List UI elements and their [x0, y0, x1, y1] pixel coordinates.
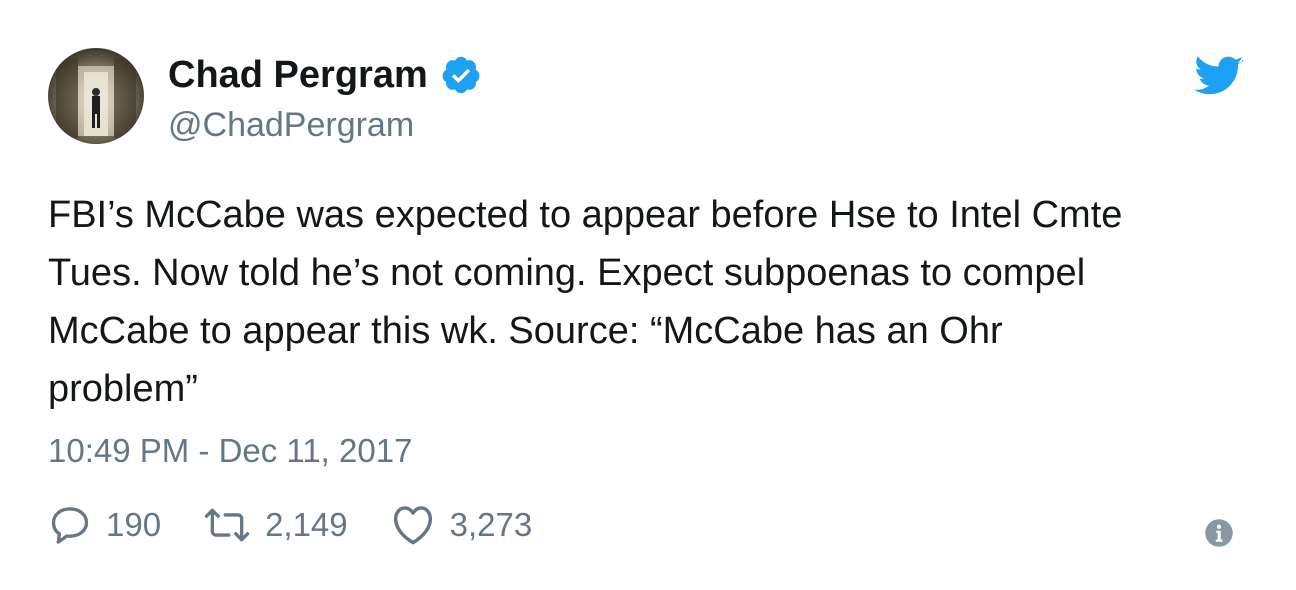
verified-badge-icon	[440, 54, 482, 96]
user-handle[interactable]: @ChadPergram	[168, 104, 414, 146]
tweet-actions: 190 2,149 3,273	[48, 500, 574, 550]
like-button[interactable]: 3,273	[390, 503, 533, 547]
tweet-text: FBI’s McCabe was expected to appear befo…	[48, 194, 1123, 410]
reply-button[interactable]: 190	[48, 503, 161, 547]
avatar[interactable]	[48, 48, 144, 144]
info-icon[interactable]	[1204, 518, 1234, 548]
reply-count: 190	[106, 506, 162, 543]
display-name[interactable]: Chad Pergram	[168, 52, 428, 98]
author-name-row: Chad Pergram	[168, 52, 482, 98]
retweet-icon	[203, 503, 251, 547]
heart-icon	[390, 503, 436, 547]
tweet-timestamp[interactable]: 10:49 PM - Dec 11, 2017	[48, 430, 412, 472]
like-count: 3,273	[449, 506, 533, 543]
twitter-bird-icon[interactable]	[1194, 56, 1244, 98]
tweet-card: Chad Pergram @ChadPergram FBI’s McCabe w…	[0, 0, 1296, 590]
reply-icon	[48, 503, 92, 547]
retweet-count: 2,149	[265, 506, 348, 543]
retweet-button[interactable]: 2,149	[203, 503, 348, 547]
